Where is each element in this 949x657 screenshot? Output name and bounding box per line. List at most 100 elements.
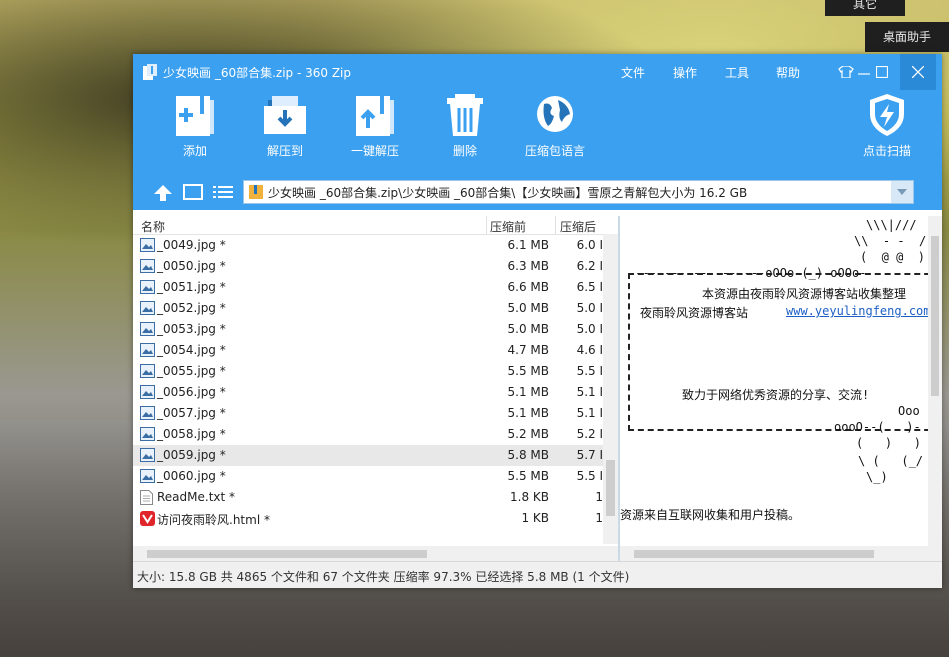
preview-horizontal-scrollbar[interactable] [620,546,942,562]
file-size-before: 5.0 MB [507,322,549,336]
file-size-after: 5.7 I [576,448,603,462]
file-size-before: 6.6 MB [507,280,549,294]
image-file-icon [140,259,155,273]
file-size-before: 5.0 MB [507,301,549,315]
file-list-horizontal-scrollbar[interactable] [133,546,618,562]
image-file-icon [140,469,155,483]
path-dropdown-button[interactable] [891,181,913,203]
add-label: 添加 [182,144,207,158]
archive-language-label: 压缩包语言 [524,144,585,158]
file-row[interactable]: _0056.jpg * 5.1 MB 5.1 I [133,382,603,403]
file-list[interactable]: 名称 压缩前 压缩后 _0049.jpg * 6.1 MB 6.0 I _0050.j… [133,216,620,562]
file-row[interactable]: _0060.jpg * 5.5 MB 5.5 I [133,466,603,487]
maximize-button[interactable] [864,54,900,90]
trash-icon [447,94,483,136]
file-row[interactable]: _0054.jpg * 4.7 MB 4.6 I [133,340,603,361]
file-row[interactable]: ReadMe.txt * 1.8 KB 1 [133,487,603,508]
file-size-before: 5.5 MB [507,364,549,378]
file-row[interactable]: _0057.jpg * 5.1 MB 5.1 I [133,403,603,424]
file-row[interactable]: _0059.jpg * 5.8 MB 5.7 I [133,445,603,466]
one-click-extract-button[interactable]: 一键解压 [335,92,415,159]
file-row[interactable]: _0058.jpg * 5.2 MB 5.2 I [133,424,603,445]
maximize-icon [876,66,888,78]
extract-to-button[interactable]: 解压到 [245,92,325,159]
file-size-before: 5.1 MB [507,385,549,399]
file-size-after: 5.0 I [576,301,603,315]
file-row[interactable]: _0050.jpg * 6.3 MB 6.2 I [133,256,603,277]
thumbnail-view-icon[interactable] [183,184,203,200]
path-field[interactable]: 少女映画 _60部合集.zip\少女映画 _60部合集\【少女映画】雪原之青解包… [243,180,914,204]
file-row[interactable]: _0051.jpg * 6.6 MB 6.5 I [133,277,603,298]
delete-label: 删除 [452,144,477,158]
file-size-before: 1 KB [521,511,549,525]
file-row[interactable]: _0055.jpg * 5.5 MB 5.5 I [133,361,603,382]
file-size-before: 6.3 MB [507,259,549,273]
column-name[interactable]: 名称 [141,218,165,235]
status-text: 大小: 15.8 GB 共 4865 个文件和 67 个文件夹 压缩率 97.3… [137,570,630,584]
menu-file[interactable]: 文件 [621,64,645,81]
file-row[interactable]: 访问夜雨聆风.html * 1 KB 1 [133,508,603,529]
archive-language-button[interactable]: 压缩包语言 [515,92,595,159]
desktop-assistant-button[interactable]: 桌面助手 [865,22,949,52]
column-size-after[interactable]: 压缩后 [560,218,596,235]
status-bar: 大小: 15.8 GB 共 4865 个文件和 67 个文件夹 压缩率 97.3… [133,561,942,588]
file-size-before: 4.7 MB [507,343,549,357]
file-size-after: 5.0 I [576,322,603,336]
add-button[interactable]: 添加 [155,92,235,159]
title-bar[interactable]: 少女映画 _60部合集.zip - 360 Zip 文件 操作 工具 帮助 [133,54,942,90]
text-preview-pane[interactable]: \\\|/// \\ - - / ( @ @ ) ---------------… [620,216,942,562]
file-row[interactable]: _0053.jpg * 5.0 MB 5.0 I [133,319,603,340]
menu-help[interactable]: 帮助 [776,64,800,81]
file-list-vertical-scrollbar[interactable] [603,234,618,544]
file-name: _0060.jpg * [157,469,226,483]
file-row[interactable]: _0052.jpg * 5.0 MB 5.0 I [133,298,603,319]
file-size-after: 6.5 I [576,280,603,294]
preview-site-link[interactable]: www.yeyulingfeng.com [786,304,931,318]
file-name: _0052.jpg * [157,301,226,315]
preview-vertical-scrollbar[interactable] [928,216,942,546]
add-icon [176,96,214,136]
image-file-icon [140,385,155,399]
file-size-before: 5.5 MB [507,469,549,483]
menu-tools[interactable]: 工具 [725,64,749,81]
file-name: _0049.jpg * [157,238,226,252]
shield-icon [870,94,904,136]
list-view-icon[interactable] [213,184,233,200]
image-file-icon [140,364,155,378]
address-bar: 少女映画 _60部合集.zip\少女映画 _60部合集\【少女映画】雪原之青解包… [133,176,942,210]
file-size-after: 1 [595,490,603,504]
preview-art-7: \ ( (_/ [858,454,924,468]
column-size-before[interactable]: 压缩前 [490,218,526,235]
scan-button[interactable]: 点击扫描 [847,92,927,159]
up-arrow-icon[interactable] [153,184,173,202]
image-file-icon [140,343,155,357]
preview-art-1: \\\|/// [866,218,917,232]
desktop-tab-other[interactable]: 其它 [825,0,905,16]
delete-button[interactable]: 删除 [425,92,505,159]
content-area: 名称 压缩前 压缩后 _0049.jpg * 6.1 MB 6.0 I _0050.j… [133,216,942,562]
preview-art-4: Ooo [898,404,920,418]
close-button[interactable] [900,54,936,90]
file-size-after: 6.0 I [576,238,603,252]
file-size-after: 1 [595,511,603,525]
image-file-icon [140,280,155,294]
extract-to-label: 解压到 [266,144,303,158]
image-file-icon [140,406,155,420]
file-name: _0051.jpg * [157,280,226,294]
file-size-before: 5.1 MB [507,406,549,420]
text-file-icon [140,490,153,505]
scan-label: 点击扫描 [862,144,911,158]
one-click-extract-label: 一键解压 [350,144,399,158]
file-name: _0057.jpg * [157,406,226,420]
zip-file-icon [249,185,263,199]
extract-folder-icon [264,96,306,134]
preview-footer: 资源来自互联网收集和用户投稿。 [620,508,801,522]
preview-art-6: ( ) ) [856,436,922,450]
preview-art-8: \_) [866,470,888,484]
image-file-icon [140,427,155,441]
zip-app-icon [143,64,157,80]
file-row[interactable]: _0049.jpg * 6.1 MB 6.0 I [133,235,603,256]
menu-operation[interactable]: 操作 [673,64,697,81]
preview-site-name: 夜雨聆风资源博客站 [640,306,749,320]
file-name: ReadMe.txt * [157,490,236,504]
